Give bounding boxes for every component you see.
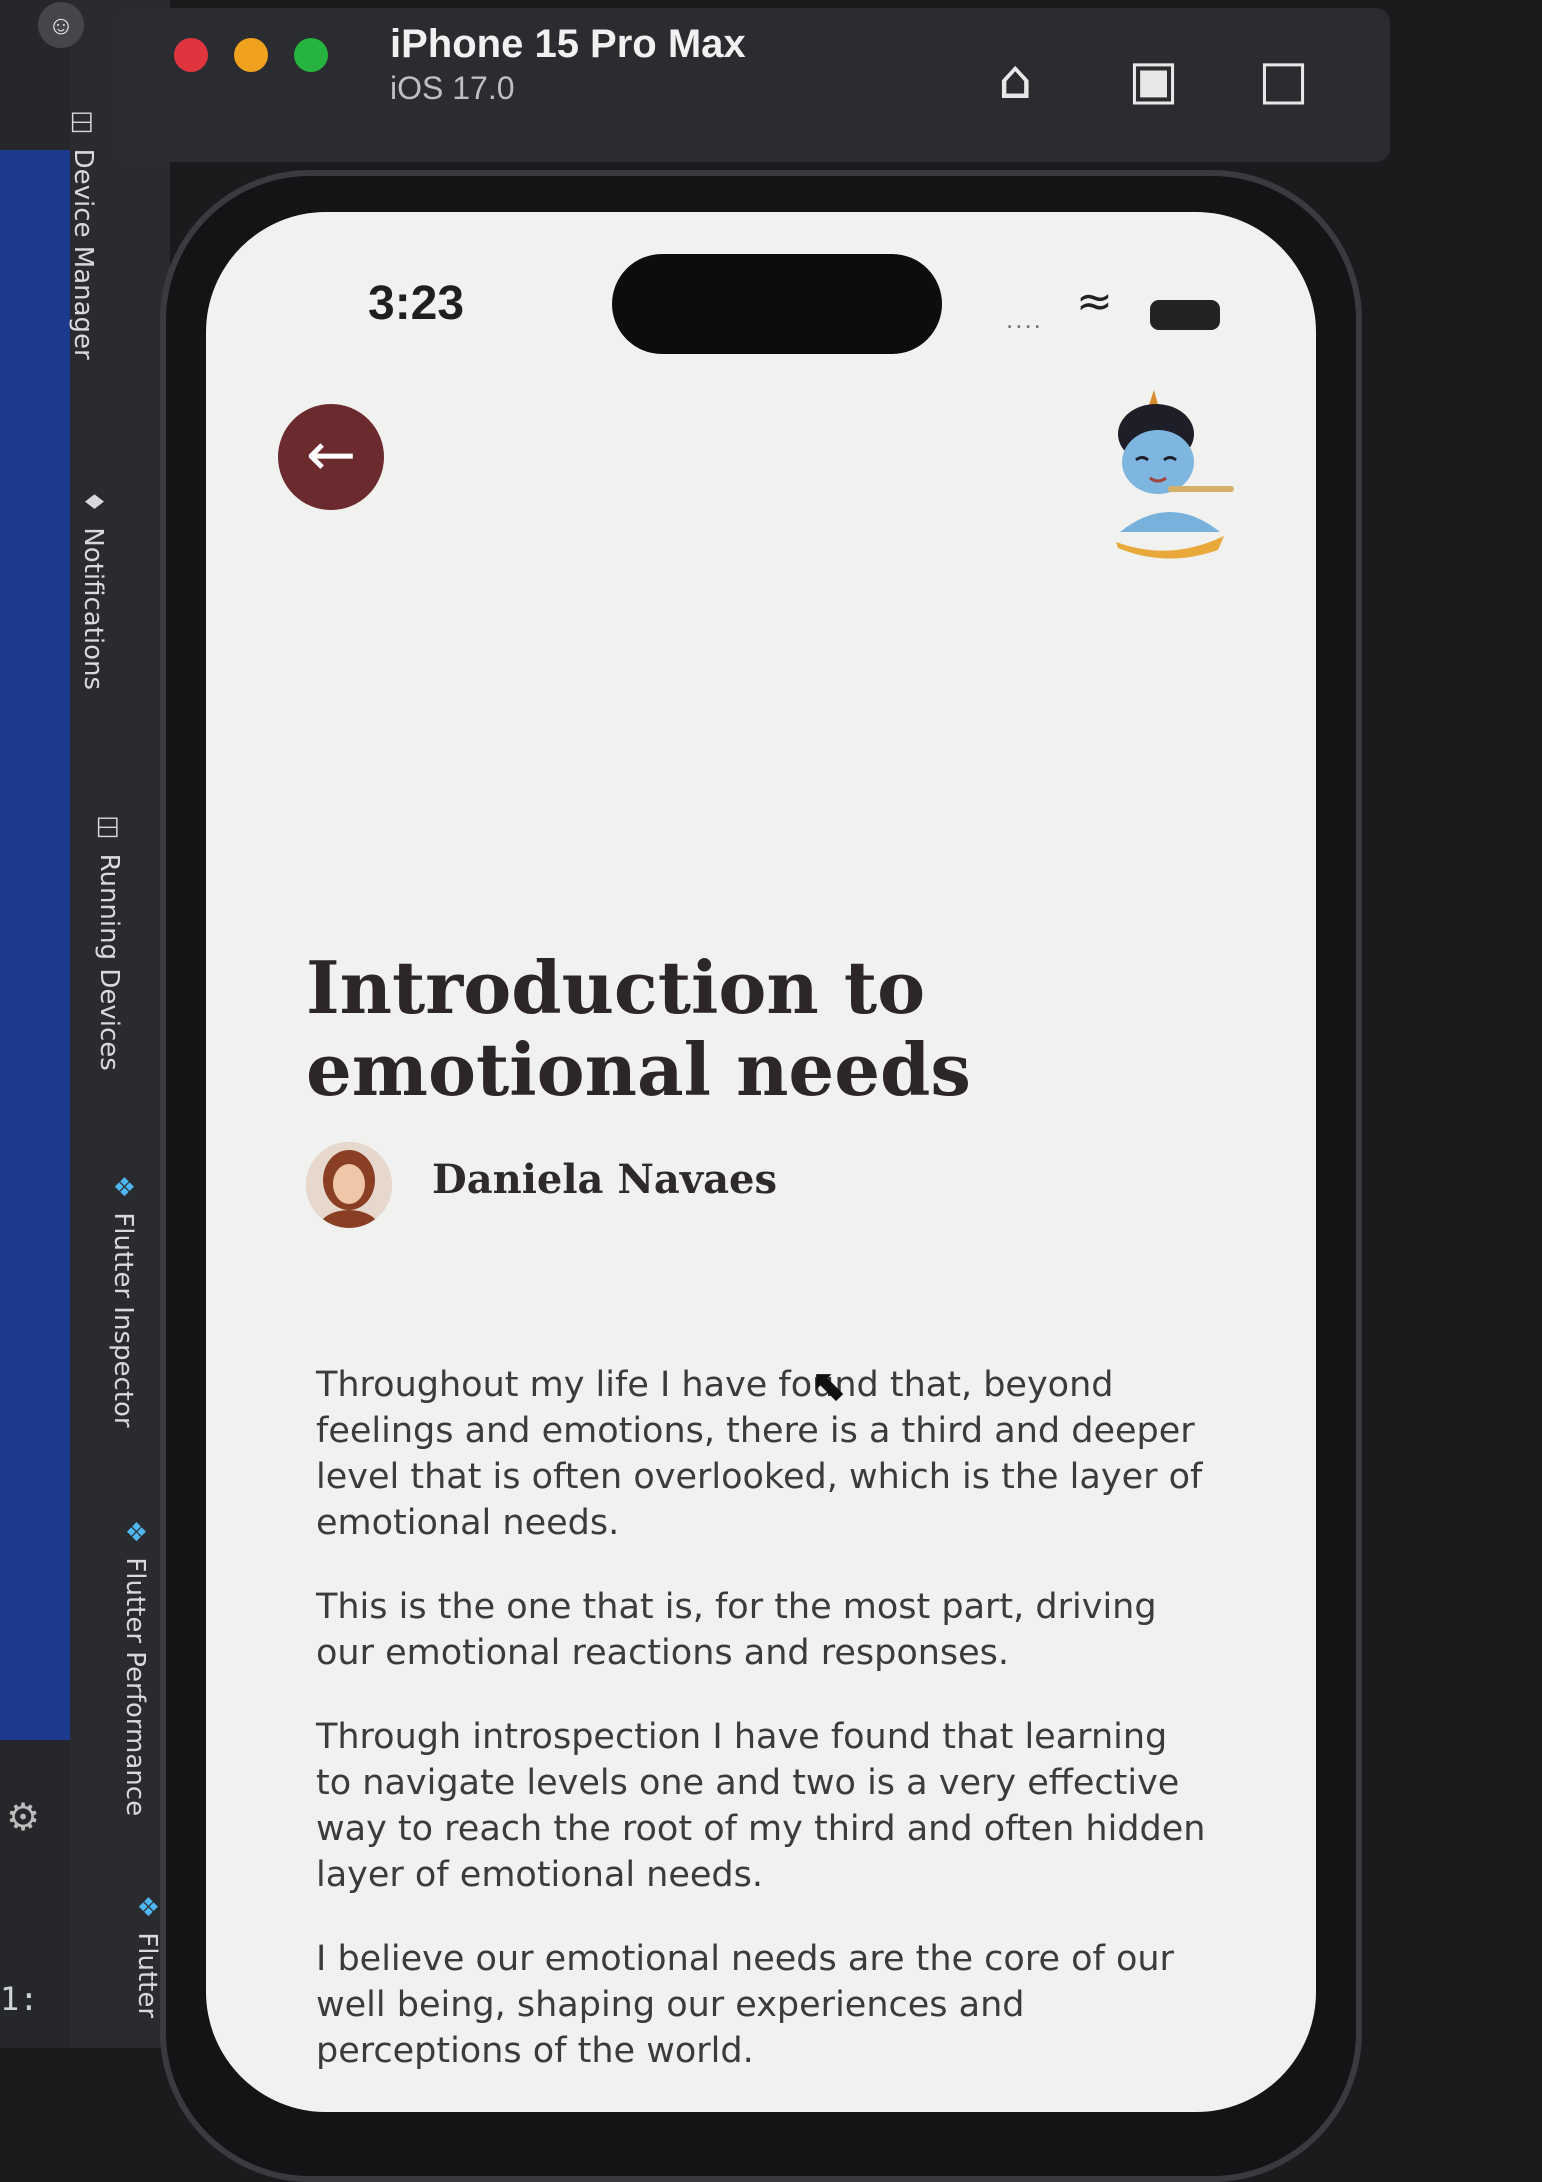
zoom-window-button[interactable] [294,38,328,72]
flutter-icon: ❖ [108,1175,138,1199]
paragraph: Through introspection I have found that … [316,1717,1206,1895]
wifi-icon: ≈ [1076,276,1113,327]
article-title: Introduction to emotional needs [306,945,971,1112]
tool-window-flutter-inspector[interactable]: ❖Flutter Inspector [108,1175,138,1428]
dynamic-island [612,254,942,354]
tool-window-notifications[interactable]: ♦Notifications [78,490,108,690]
arrow-left-icon: ← [305,420,357,490]
ide-editor-panel [0,150,70,1740]
tool-window-running-devices[interactable]: ◫Running Devices [94,815,124,1071]
bell-icon: ♦ [78,490,108,514]
flutter-icon: ❖ [120,1520,150,1544]
status-time: 3:23 [368,277,465,330]
app-screen: 3:23 .... ≈ ← Introduction to emotional … [206,212,1316,2112]
tool-window-flutter[interactable]: ❖Flutter [132,1895,162,2018]
home-icon[interactable]: ⌂ [998,48,1032,111]
screenshot-icon[interactable]: ▣ [1128,48,1179,111]
user-icon[interactable]: ☺ [38,2,84,48]
os-version: iOS 17.0 [390,70,515,106]
device-icon: ◫ [68,110,98,135]
devices-icon: ◫ [94,815,124,840]
krishna-mascot-icon [1116,390,1234,559]
paragraph: I believe our emotional needs are the co… [316,1939,1174,2071]
rotate-icon[interactable]: □ [1258,48,1309,111]
signal-indicator: .... [1006,304,1043,334]
gear-icon[interactable]: ⚙ [6,1795,40,1839]
paragraph: This is the one that is, for the most pa… [316,1587,1157,1673]
article-body: Throughout my life I have found that, be… [316,1362,1206,2112]
avatar [306,1142,392,1228]
paragraph: Throughout my life I have found that, be… [316,1365,1203,1543]
line-indicator: 1: [0,1980,39,2018]
device-name: iPhone 15 Pro Max [390,22,746,66]
back-button[interactable]: ← [278,404,384,510]
minimize-window-button[interactable] [234,38,268,72]
author-name: Daniela Navaes [432,1156,777,1203]
flutter-icon: ❖ [132,1895,162,1919]
close-window-button[interactable] [174,38,208,72]
battery-icon [1150,300,1220,330]
tool-window-flutter-performance[interactable]: ❖Flutter Performance [120,1520,150,1816]
simulator-title-bar: iPhone 15 Pro Max iOS 17.0 ⌂ ▣ □ [118,8,1390,162]
mouse-cursor-icon: ⬉ [810,1360,847,1411]
tool-window-device-manager[interactable]: ◫Device Manager [68,110,98,360]
